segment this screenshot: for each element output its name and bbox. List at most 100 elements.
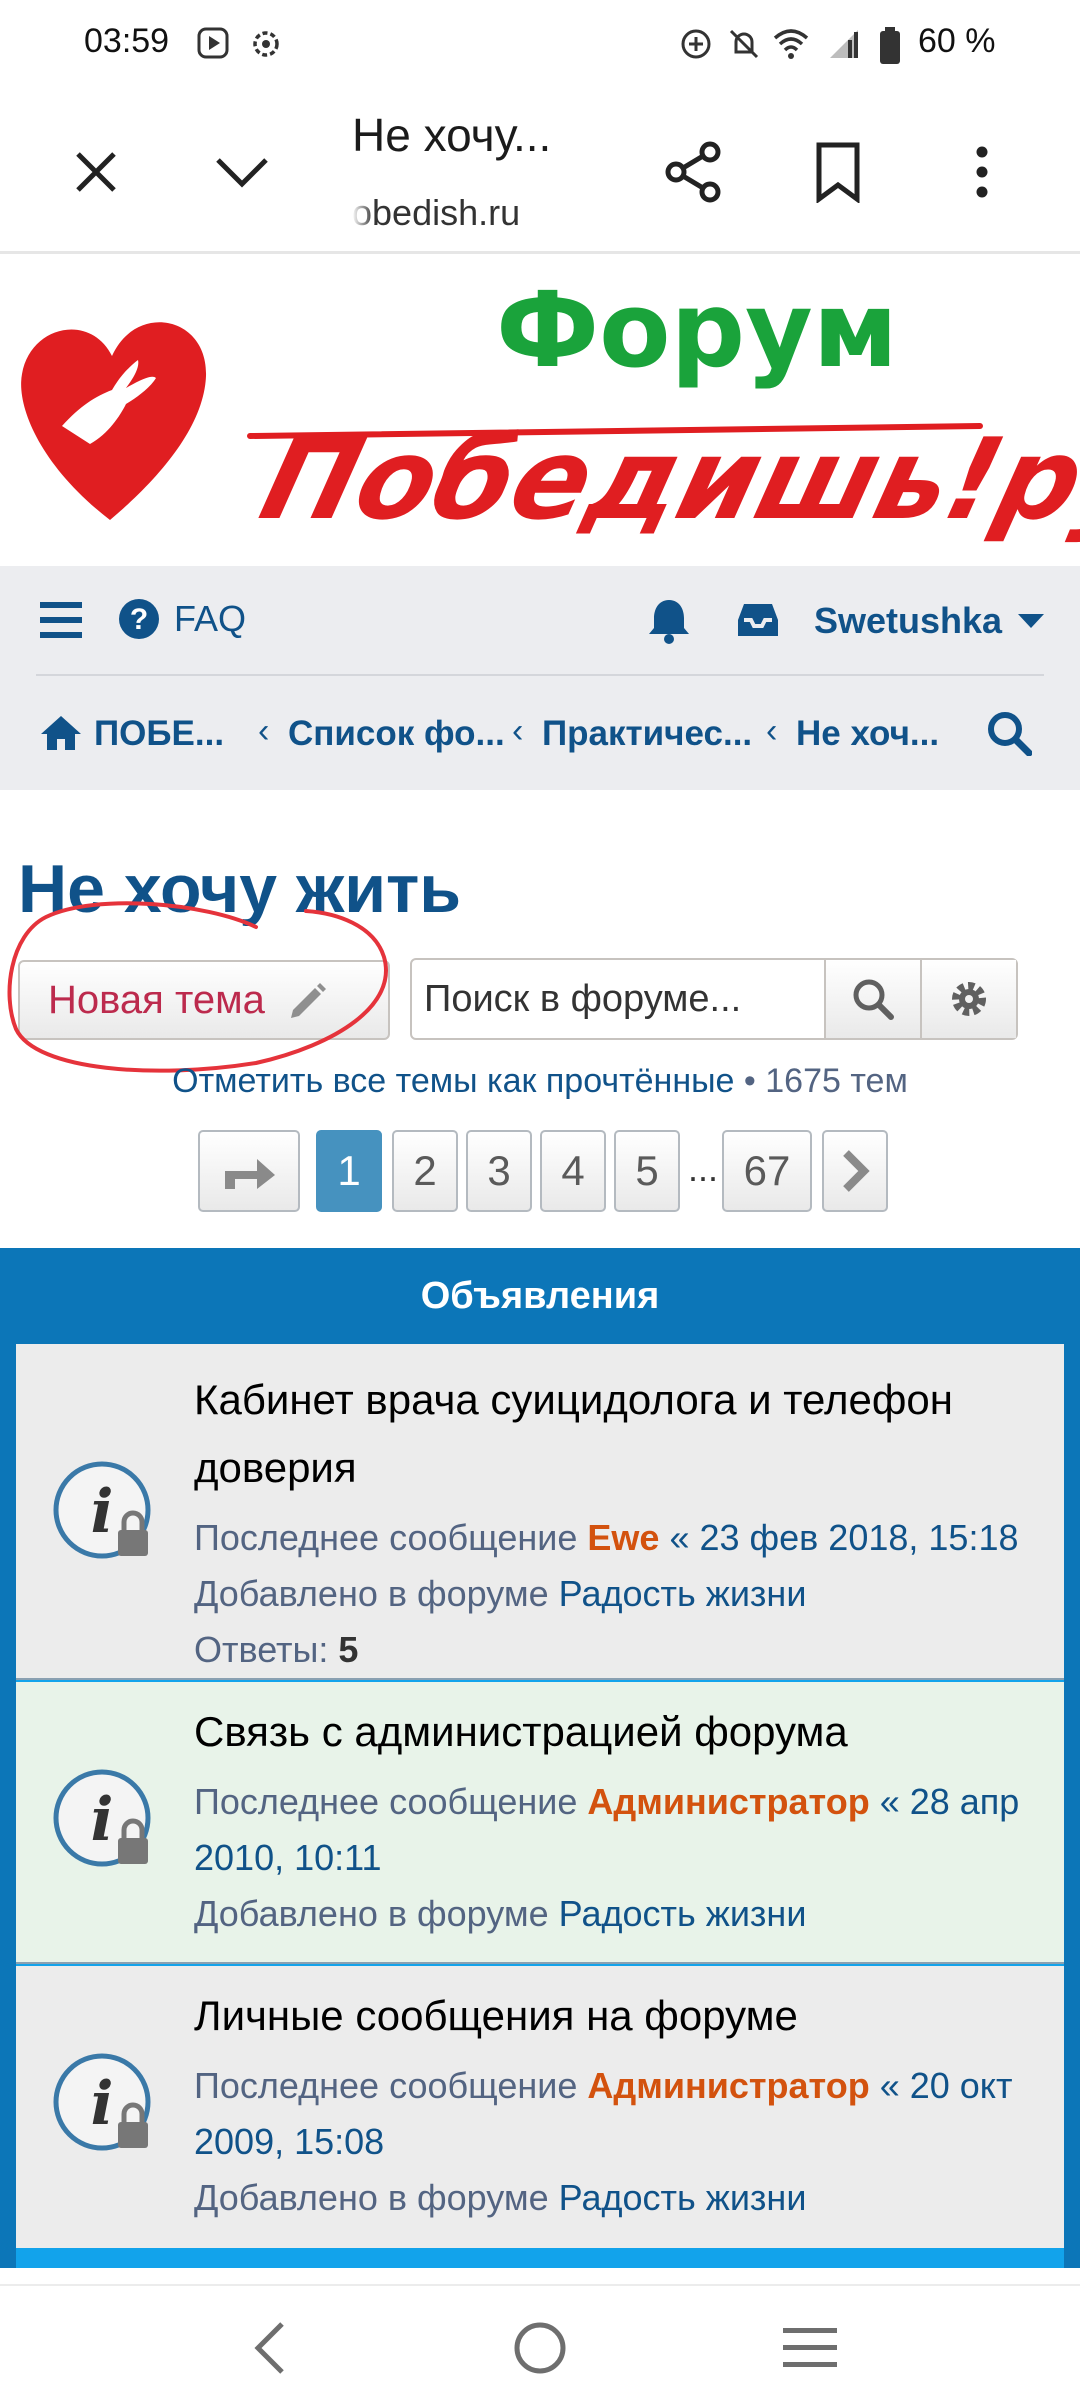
author-link[interactable]: Администратор [587, 2065, 869, 2106]
system-navigation-bar [0, 2284, 1080, 2408]
help-icon: ? [119, 599, 159, 639]
announcements-header: Объявления [420, 1274, 660, 1317]
added-label: Добавлено в форуме [194, 1893, 549, 1934]
added-in-line: Добавлено в форуме Радость жизни [194, 1566, 806, 1622]
gear-icon [952, 982, 986, 1016]
last-post-date-2[interactable]: 2010, 10:11 [194, 1837, 382, 1878]
breadcrumb-item-forum-list[interactable]: Список фо... [288, 714, 505, 754]
added-label: Добавлено в форуме [194, 1573, 549, 1614]
forum-search-button[interactable] [824, 960, 920, 1038]
user-menu[interactable]: Swetushka [814, 600, 1046, 642]
pencil-icon [290, 983, 326, 1018]
recents-button[interactable] [770, 2316, 850, 2380]
forum-search-input[interactable] [412, 960, 824, 1038]
data-saver-icon [681, 29, 711, 59]
replies-label: Ответы: [194, 1629, 329, 1670]
back-icon [254, 2322, 284, 2374]
page-last[interactable]: 67 [722, 1130, 812, 1212]
page-4[interactable]: 4 [540, 1130, 606, 1212]
forum-link[interactable]: Радость жизни [559, 1573, 807, 1614]
breadcrumb-item-current[interactable]: Не хоч... [796, 714, 939, 754]
caret-down-icon [1018, 614, 1045, 628]
list-item[interactable]: i Личные сообщения на форуме Последнее с… [16, 1966, 1064, 2248]
announcements-panel: Объявления i Кабинет врача суицидолога и… [0, 1248, 1080, 2268]
breadcrumb: ПОБЕ... ‹ Список фо... ‹ Практичес... ‹ … [36, 678, 1044, 790]
chevron-right-icon [843, 1150, 870, 1192]
breadcrumb-item-practical[interactable]: Практичес... [542, 714, 752, 754]
nav-top-row: ? FAQ Swetushka [36, 566, 1046, 676]
page-1[interactable]: 1 [316, 1130, 382, 1212]
forum-banner[interactable]: Форум Победишь!ру [0, 256, 1080, 566]
forum-link[interactable]: Радость жизни [559, 1893, 807, 1934]
battery-icon [880, 27, 900, 64]
status-bar: 03:59 60 % [0, 0, 1080, 88]
breadcrumb-separator: ‹ [258, 712, 270, 750]
last-post-date[interactable]: « 28 апр [880, 1781, 1020, 1822]
author-link[interactable]: Администратор [587, 1781, 869, 1822]
svg-text:?: ? [130, 603, 148, 636]
jump-to-page-button[interactable] [198, 1130, 300, 1212]
minimize-button[interactable] [200, 130, 284, 214]
svg-text:i: i [91, 2069, 114, 2139]
announcement-title[interactable]: Личные сообщения на форуме [194, 1982, 798, 2050]
page-3[interactable]: 3 [466, 1130, 532, 1212]
faq-label: FAQ [174, 598, 247, 639]
advanced-search-button[interactable] [920, 960, 1016, 1038]
more-button[interactable] [940, 130, 1024, 214]
list-item[interactable]: i Связь с администрацией форума Последне… [16, 1682, 1064, 1964]
breadcrumb-item-home[interactable]: ПОБЕ... [94, 714, 224, 754]
new-topic-button[interactable]: Новая тема [18, 960, 390, 1040]
last-post-line: Последнее сообщение Администратор « 28 а… [194, 1774, 1019, 1830]
home-icon [41, 716, 81, 750]
bell-icon [649, 600, 689, 644]
page-2[interactable]: 2 [392, 1130, 458, 1212]
forum-search [410, 958, 1018, 1040]
added-in-line: Добавлено в форуме Радость жизни [194, 1886, 806, 1942]
notifications-button[interactable] [646, 596, 692, 644]
forum-link[interactable]: Радость жизни [559, 2177, 807, 2218]
status-time: 03:59 [84, 22, 170, 60]
menu-button[interactable] [40, 600, 82, 640]
announcement-title[interactable]: Кабинет врача суицидолога и телефон дове… [194, 1366, 953, 1502]
last-post-date-2[interactable]: 2009, 15:08 [194, 2121, 384, 2162]
search-icon[interactable] [986, 710, 1032, 756]
title-line: Кабинет врача суицидолога и телефон [194, 1376, 953, 1423]
next-page-button[interactable] [822, 1130, 888, 1212]
announcement-locked-icon: i [53, 2053, 151, 2151]
username: Swetushka [814, 600, 1003, 641]
added-label: Добавлено в форуме [194, 2177, 549, 2218]
wifi-icon [773, 29, 809, 59]
last-post-date[interactable]: « 20 окт [880, 2065, 1013, 2106]
battery-percent: 60 % [918, 22, 996, 60]
home-button[interactable] [500, 2316, 580, 2380]
bookmark-icon [816, 142, 860, 203]
forum-title[interactable]: Не хочу жить [18, 850, 461, 928]
breadcrumb-separator: ‹ [766, 712, 778, 750]
inbox-button[interactable] [736, 600, 780, 640]
last-post-label: Последнее сообщение [194, 1781, 578, 1822]
page-title-tab: Не хочу... [352, 109, 552, 161]
last-post-date-cont: 2010, 10:11 [194, 1830, 382, 1886]
page-5[interactable]: 5 [614, 1130, 680, 1212]
last-post-label: Последнее сообщение [194, 2065, 578, 2106]
announcement-title[interactable]: Связь с администрацией форума [194, 1698, 848, 1766]
author-link[interactable]: Ewe [587, 1517, 659, 1558]
last-post-date[interactable]: « 23 фев 2018, 15:18 [669, 1517, 1018, 1558]
hamburger-icon [40, 602, 82, 638]
settings-icon [253, 31, 279, 57]
share-button[interactable] [652, 130, 736, 214]
search-icon [853, 979, 894, 1020]
mark-all-read-link[interactable]: Отметить все темы как прочтённые [172, 1062, 734, 1100]
more-icon [976, 146, 988, 198]
close-button[interactable] [54, 130, 138, 214]
back-button[interactable] [230, 2316, 310, 2380]
added-in-line: Добавлено в форуме Радость жизни [194, 2170, 806, 2226]
close-icon [76, 152, 116, 192]
bookmark-button[interactable] [796, 130, 880, 214]
replies-count: 5 [338, 1629, 359, 1670]
faq-link[interactable]: ? FAQ [118, 598, 246, 640]
svg-text:i: i [91, 1477, 114, 1547]
forum-logo: Форум Победишь!ру [21, 269, 1080, 545]
list-item[interactable]: i Кабинет врача суицидолога и телефон до… [16, 1344, 1064, 1680]
svg-text:i: i [91, 1785, 114, 1855]
